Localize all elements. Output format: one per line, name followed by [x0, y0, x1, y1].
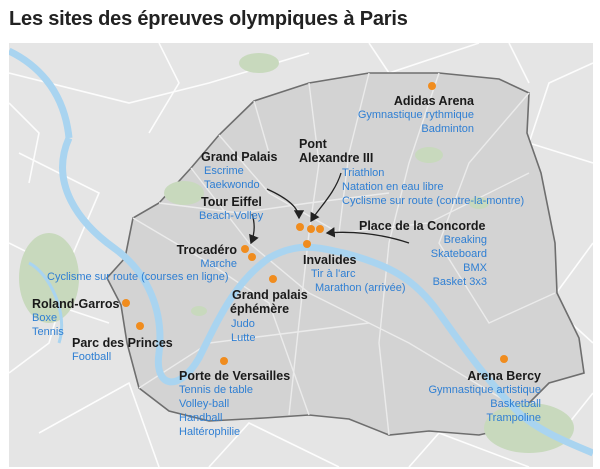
- sport-label: Escrime: [204, 165, 244, 177]
- venue-name: Porte de Versailles: [179, 369, 291, 383]
- marker-versailles: [220, 357, 228, 365]
- sport-label: Marathon (arrivée): [315, 282, 406, 294]
- venue-name-line2: éphémère: [230, 302, 290, 316]
- marker-parc-princes: [136, 322, 144, 330]
- marker-concorde: [316, 225, 324, 233]
- marker-tour-eiffel: [248, 253, 256, 261]
- venue-name: Arena Bercy: [467, 369, 541, 383]
- sport-label: Volley-ball: [179, 398, 230, 410]
- venue-grand-palais: Grand Palais Escrime Taekwondo: [201, 150, 277, 192]
- venue-name: Place de la Concorde: [359, 219, 486, 233]
- sport-label: Gymnastique rythmique: [357, 109, 474, 121]
- venue-trocadero-cycling: Cyclisme sur route (courses en ligne): [47, 270, 229, 284]
- venue-pont-alexandre-sports: Triathlon Natation en eau libre Cyclisme…: [342, 166, 524, 208]
- sport-label: Tennis de table: [179, 384, 253, 396]
- venue-invalides: Invalides Tir à l'arc Marathon (arrivée): [303, 253, 405, 295]
- venue-name: Parc des Princes: [72, 336, 173, 350]
- marker-bercy: [500, 355, 508, 363]
- sport-label: Marche: [200, 258, 237, 270]
- sport-label: Handball: [179, 412, 223, 424]
- venue-place-concorde: Place de la Concorde: [359, 219, 485, 233]
- marker-invalides: [303, 240, 311, 248]
- marker-trocadero: [241, 245, 249, 253]
- sport-label: Cyclisme sur route (courses en ligne): [47, 271, 229, 283]
- venue-adidas-arena: Adidas Arena Gymnastique rythmique Badmi…: [339, 94, 474, 136]
- sport-label: Lutte: [231, 332, 256, 344]
- venue-pont-alexandre-iii: Pont Alexandre III: [299, 137, 373, 165]
- venue-parc-des-princes: Parc des Princes Football: [72, 336, 173, 364]
- venue-gp-ephemere-sports: Judo Lutte: [231, 317, 255, 345]
- venue-name: Trocadéro: [176, 243, 237, 257]
- venue-grand-palais-ephemere: Grand palais éphémère: [230, 288, 308, 316]
- sport-label: Cyclisme sur route (contre-la-montre): [342, 195, 525, 207]
- marker-grand-palais: [296, 223, 304, 231]
- venue-arena-bercy: Arena Bercy Gymnastique artistique Baske…: [409, 369, 542, 425]
- venue-porte-de-versailles: Porte de Versailles Tennis de table Voll…: [179, 369, 290, 439]
- sport-label: Trampoline: [486, 412, 541, 424]
- marker-pont-alexandre: [307, 225, 315, 233]
- paris-map: Adidas Arena Gymnastique rythmique Badmi…: [9, 43, 593, 467]
- venue-name-line1: Pont: [299, 137, 327, 151]
- venue-name-line2: Alexandre III: [299, 151, 374, 165]
- marker-adidas-arena: [428, 82, 436, 90]
- venue-name: Adidas Arena: [393, 94, 474, 108]
- sport-label: Basketball: [490, 398, 541, 410]
- venue-roland-garros: Roland-Garros Boxe Tennis: [32, 297, 120, 339]
- venue-name: Grand Palais: [201, 150, 278, 164]
- sport-label: Boxe: [32, 312, 58, 324]
- sport-label: Tir à l'arc: [311, 268, 356, 280]
- venue-trocadero: Trocadéro Marche: [159, 243, 237, 271]
- map-title: Les sites des épreuves olympiques à Pari…: [9, 8, 408, 30]
- venue-name: Invalides: [303, 253, 357, 267]
- sport-label: Taekwondo: [204, 179, 260, 191]
- sport-label: Beach-Volley: [199, 210, 264, 222]
- venue-name-line1: Grand palais: [232, 288, 308, 302]
- sport-label: Breaking: [443, 234, 487, 246]
- sport-label: Football: [72, 351, 112, 363]
- sport-label: Triathlon: [342, 167, 385, 179]
- sport-label: Judo: [231, 318, 255, 330]
- marker-roland-garros: [122, 299, 130, 307]
- sport-label: Natation en eau libre: [342, 181, 444, 193]
- seine-river-upstream: [9, 47, 73, 139]
- sport-label: Gymnastique artistique: [428, 384, 542, 396]
- sport-label: Badminton: [421, 123, 474, 135]
- venue-name: Roland-Garros: [32, 297, 120, 311]
- marker-gp-ephemere: [269, 275, 277, 283]
- venue-tour-eiffel: Tour Eiffel Beach-Volley: [199, 195, 263, 223]
- sport-label: Haltérophilie: [179, 426, 241, 438]
- venue-name: Tour Eiffel: [201, 195, 262, 209]
